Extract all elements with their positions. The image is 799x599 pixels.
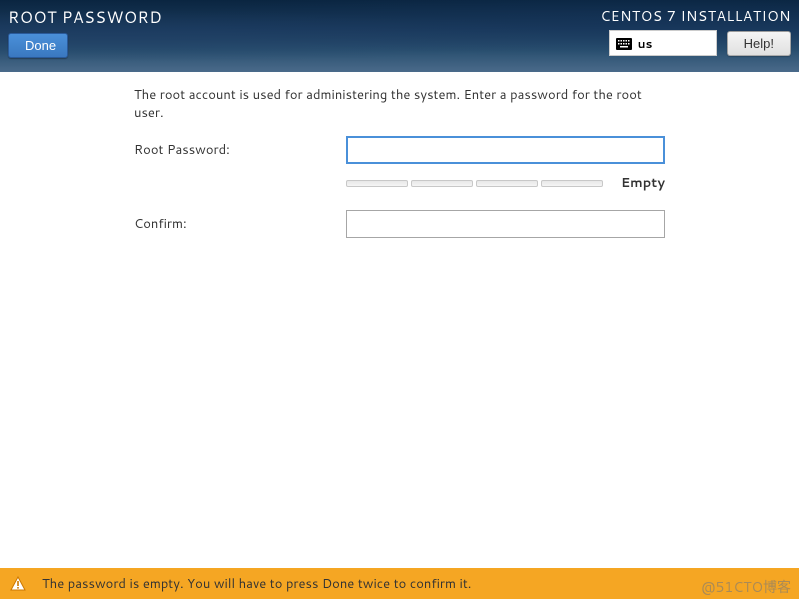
warning-bar: The password is empty. You will have to … bbox=[0, 568, 799, 599]
strength-segment bbox=[476, 180, 538, 187]
strength-row: Empty bbox=[346, 174, 665, 192]
password-row: Root Password: bbox=[134, 136, 665, 164]
keyboard-icon bbox=[616, 37, 632, 49]
keyboard-layout-indicator[interactable]: us bbox=[609, 30, 717, 56]
confirm-label: Confirm: bbox=[134, 215, 346, 233]
header-bar: ROOT PASSWORD Done CENTOS 7 INSTALLATION bbox=[0, 0, 799, 72]
help-button[interactable]: Help! bbox=[727, 31, 791, 56]
strength-label: Empty bbox=[621, 174, 665, 192]
password-label: Root Password: bbox=[134, 141, 346, 159]
strength-segment bbox=[411, 180, 473, 187]
installer-title: CENTOS 7 INSTALLATION bbox=[600, 6, 791, 26]
strength-meter bbox=[346, 180, 603, 187]
header-right-row: us Help! bbox=[609, 30, 791, 56]
header-right: CENTOS 7 INSTALLATION bbox=[600, 6, 791, 66]
confirm-row: Confirm: bbox=[134, 210, 665, 238]
strength-segment bbox=[541, 180, 603, 187]
content-area: The root account is used for administeri… bbox=[0, 72, 799, 238]
header-left: ROOT PASSWORD Done bbox=[8, 6, 162, 66]
root-password-input[interactable] bbox=[346, 136, 665, 164]
watermark: @51CTO博客 bbox=[701, 577, 791, 597]
confirm-password-input[interactable] bbox=[346, 210, 665, 238]
keyboard-layout-code: us bbox=[638, 35, 653, 52]
page-title: ROOT PASSWORD bbox=[8, 6, 162, 29]
description-text: The root account is used for administeri… bbox=[134, 86, 665, 122]
warning-icon bbox=[10, 576, 26, 592]
done-button[interactable]: Done bbox=[8, 33, 68, 58]
warning-message: The password is empty. You will have to … bbox=[42, 575, 471, 593]
strength-segment bbox=[346, 180, 408, 187]
